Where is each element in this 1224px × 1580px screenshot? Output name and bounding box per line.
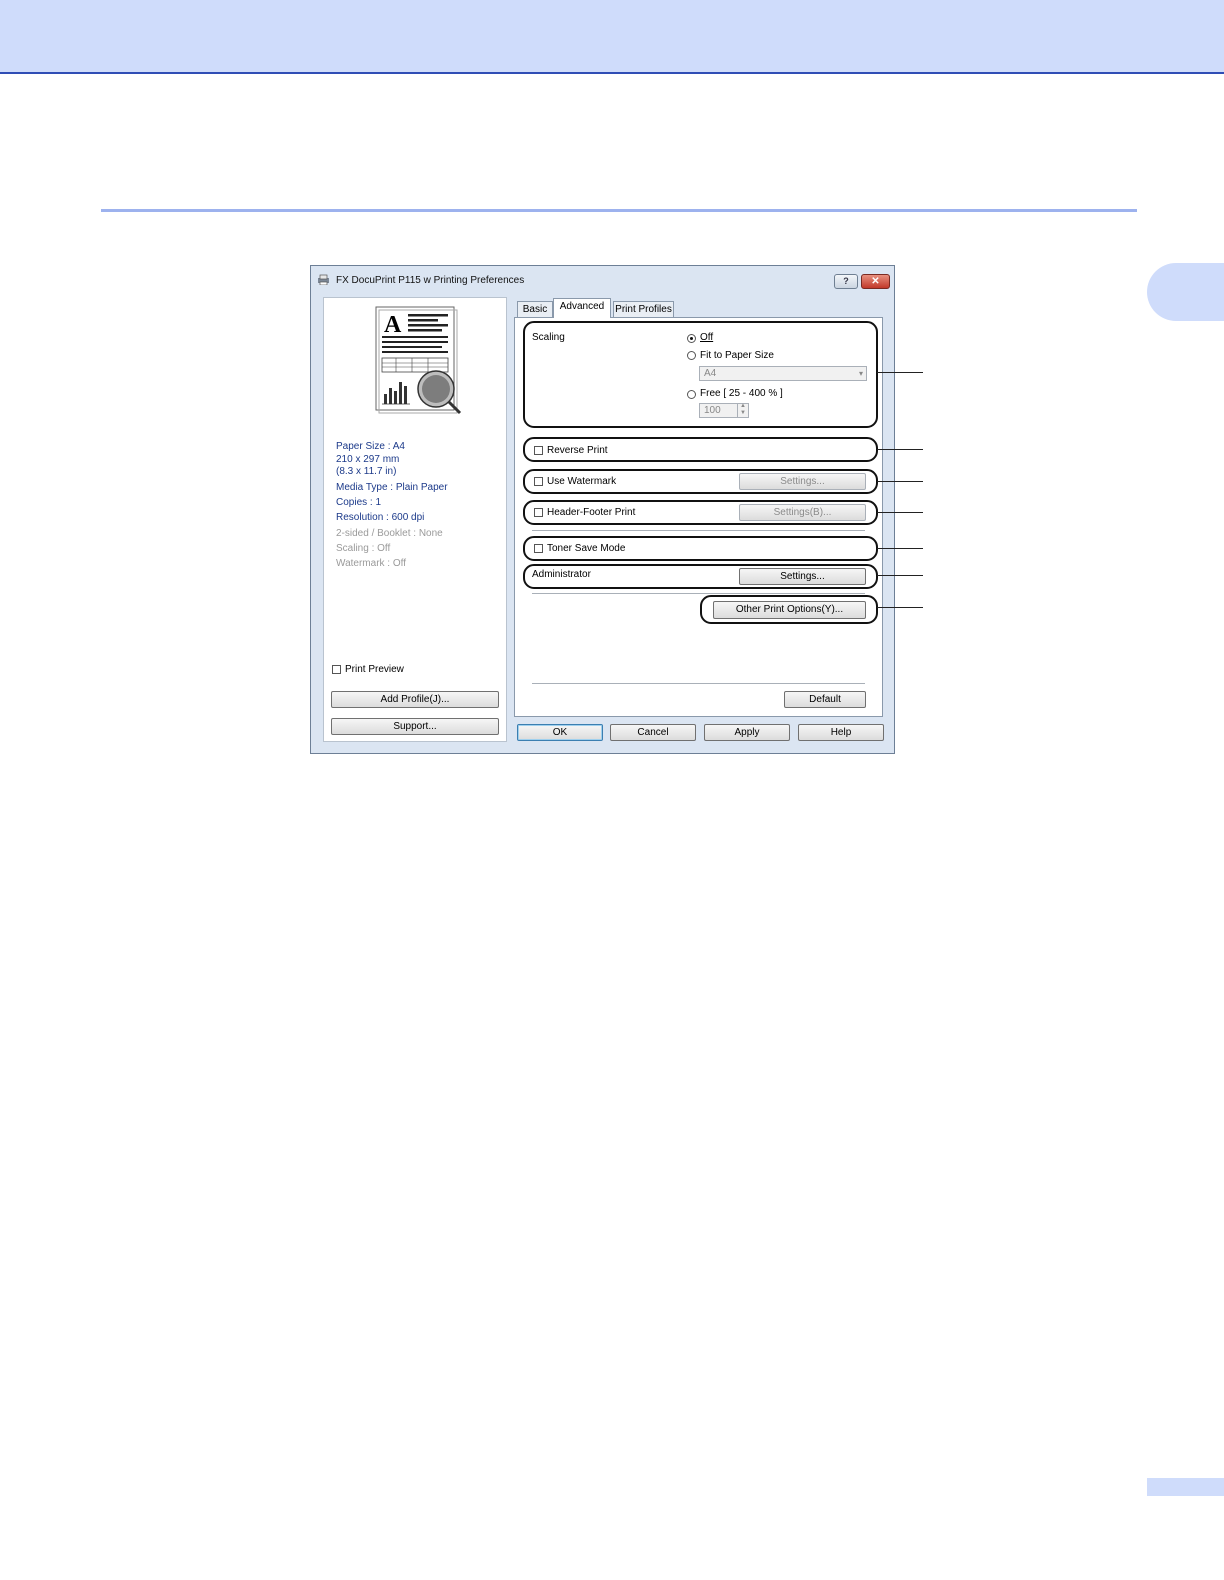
print-preview-checkbox[interactable] [332, 665, 341, 674]
tab-advanced[interactable]: Advanced [553, 298, 611, 318]
free-scaling-spinner[interactable]: 100 ▲ ▼ [699, 403, 749, 418]
spinner-arrows-icon: ▲ ▼ [737, 403, 748, 418]
scaling-label: Scaling [532, 332, 565, 343]
print-preview-label: Print Preview [345, 664, 404, 675]
default-button[interactable]: Default [784, 691, 866, 708]
ok-button[interactable]: OK [517, 724, 603, 741]
info-copies: Copies : 1 [336, 497, 382, 508]
separator [532, 530, 865, 531]
watermark-settings-button[interactable]: Settings... [739, 473, 866, 490]
info-scaling: Scaling : Off [336, 543, 391, 554]
help-button[interactable]: Help [798, 724, 884, 741]
free-scaling-value: 100 [704, 405, 721, 416]
scaling-off-radio[interactable] [687, 334, 696, 343]
chapter-side-tab [1147, 263, 1224, 321]
fit-to-paper-size-radio[interactable] [687, 351, 696, 360]
toner-save-label: Toner Save Mode [547, 543, 626, 554]
tab-print-profiles[interactable]: Print Profiles [613, 301, 674, 317]
info-resolution: Resolution : 600 dpi [336, 512, 425, 523]
printing-preferences-dialog: FX DocuPrint P115 w Printing Preferences… [310, 265, 895, 754]
free-scaling-label: Free [ 25 - 400 % ] [700, 388, 783, 399]
free-scaling-radio[interactable] [687, 390, 696, 399]
page-header-band [0, 0, 1224, 74]
fit-to-paper-size-label: Fit to Paper Size [700, 350, 774, 361]
paper-size-value: A4 [704, 368, 717, 379]
page-number-tab [1147, 1478, 1224, 1496]
info-paper-dimensions-in: (8.3 x 11.7 in) [336, 466, 397, 477]
tab-basic[interactable]: Basic [517, 301, 553, 317]
cancel-button[interactable]: Cancel [610, 724, 696, 741]
chevron-down-icon: ▾ [858, 369, 863, 378]
separator [532, 683, 865, 684]
callout-line-header-footer [877, 512, 923, 513]
support-button[interactable]: Support... [331, 718, 499, 735]
toner-save-checkbox[interactable] [534, 544, 543, 553]
use-watermark-checkbox[interactable] [534, 477, 543, 486]
add-profile-button[interactable]: Add Profile(J)... [331, 691, 499, 708]
reverse-print-label: Reverse Print [547, 445, 608, 456]
help-title-button[interactable]: ? [834, 274, 858, 289]
info-paper-size: Paper Size : A4 [336, 441, 405, 452]
header-footer-settings-button[interactable]: Settings(B)... [739, 504, 866, 521]
callout-line-reverse-print [877, 449, 923, 450]
dialog-title: FX DocuPrint P115 w Printing Preferences [336, 275, 525, 286]
section-rule [101, 209, 1137, 212]
svg-text:A: A [384, 312, 402, 338]
info-watermark: Watermark : Off [336, 558, 407, 569]
callout-line-scaling [877, 372, 923, 373]
header-footer-label: Header-Footer Print [547, 507, 636, 518]
use-watermark-label: Use Watermark [547, 476, 617, 487]
administrator-label: Administrator [532, 569, 591, 580]
page-preview-image: A [375, 306, 462, 415]
scaling-off-label: Off [700, 332, 714, 343]
printer-icon [318, 274, 329, 285]
administrator-settings-button[interactable]: Settings... [739, 568, 866, 585]
separator [532, 593, 865, 594]
title-bar: FX DocuPrint P115 w Printing Preferences… [311, 266, 894, 294]
info-media-type: Media Type : Plain Paper [336, 482, 448, 493]
paper-size-select[interactable]: A4 ▾ [699, 366, 867, 381]
settings-summary-pane: A Paper Size : A4 210 x 297 mm (8.3 x 11… [323, 297, 507, 742]
callout-line-toner-save [877, 548, 923, 549]
callout-line-administrator [877, 575, 923, 576]
apply-button[interactable]: Apply [704, 724, 790, 741]
other-print-options-button[interactable]: Other Print Options(Y)... [713, 601, 866, 619]
info-2-sided: 2-sided / Booklet : None [336, 528, 443, 539]
reverse-print-checkbox[interactable] [534, 446, 543, 455]
callout-line-watermark [877, 481, 923, 482]
header-footer-checkbox[interactable] [534, 508, 543, 517]
callout-line-other-options [877, 607, 923, 608]
close-button[interactable]: ✕ [861, 274, 890, 289]
info-paper-dimensions-mm: 210 x 297 mm [336, 454, 400, 465]
